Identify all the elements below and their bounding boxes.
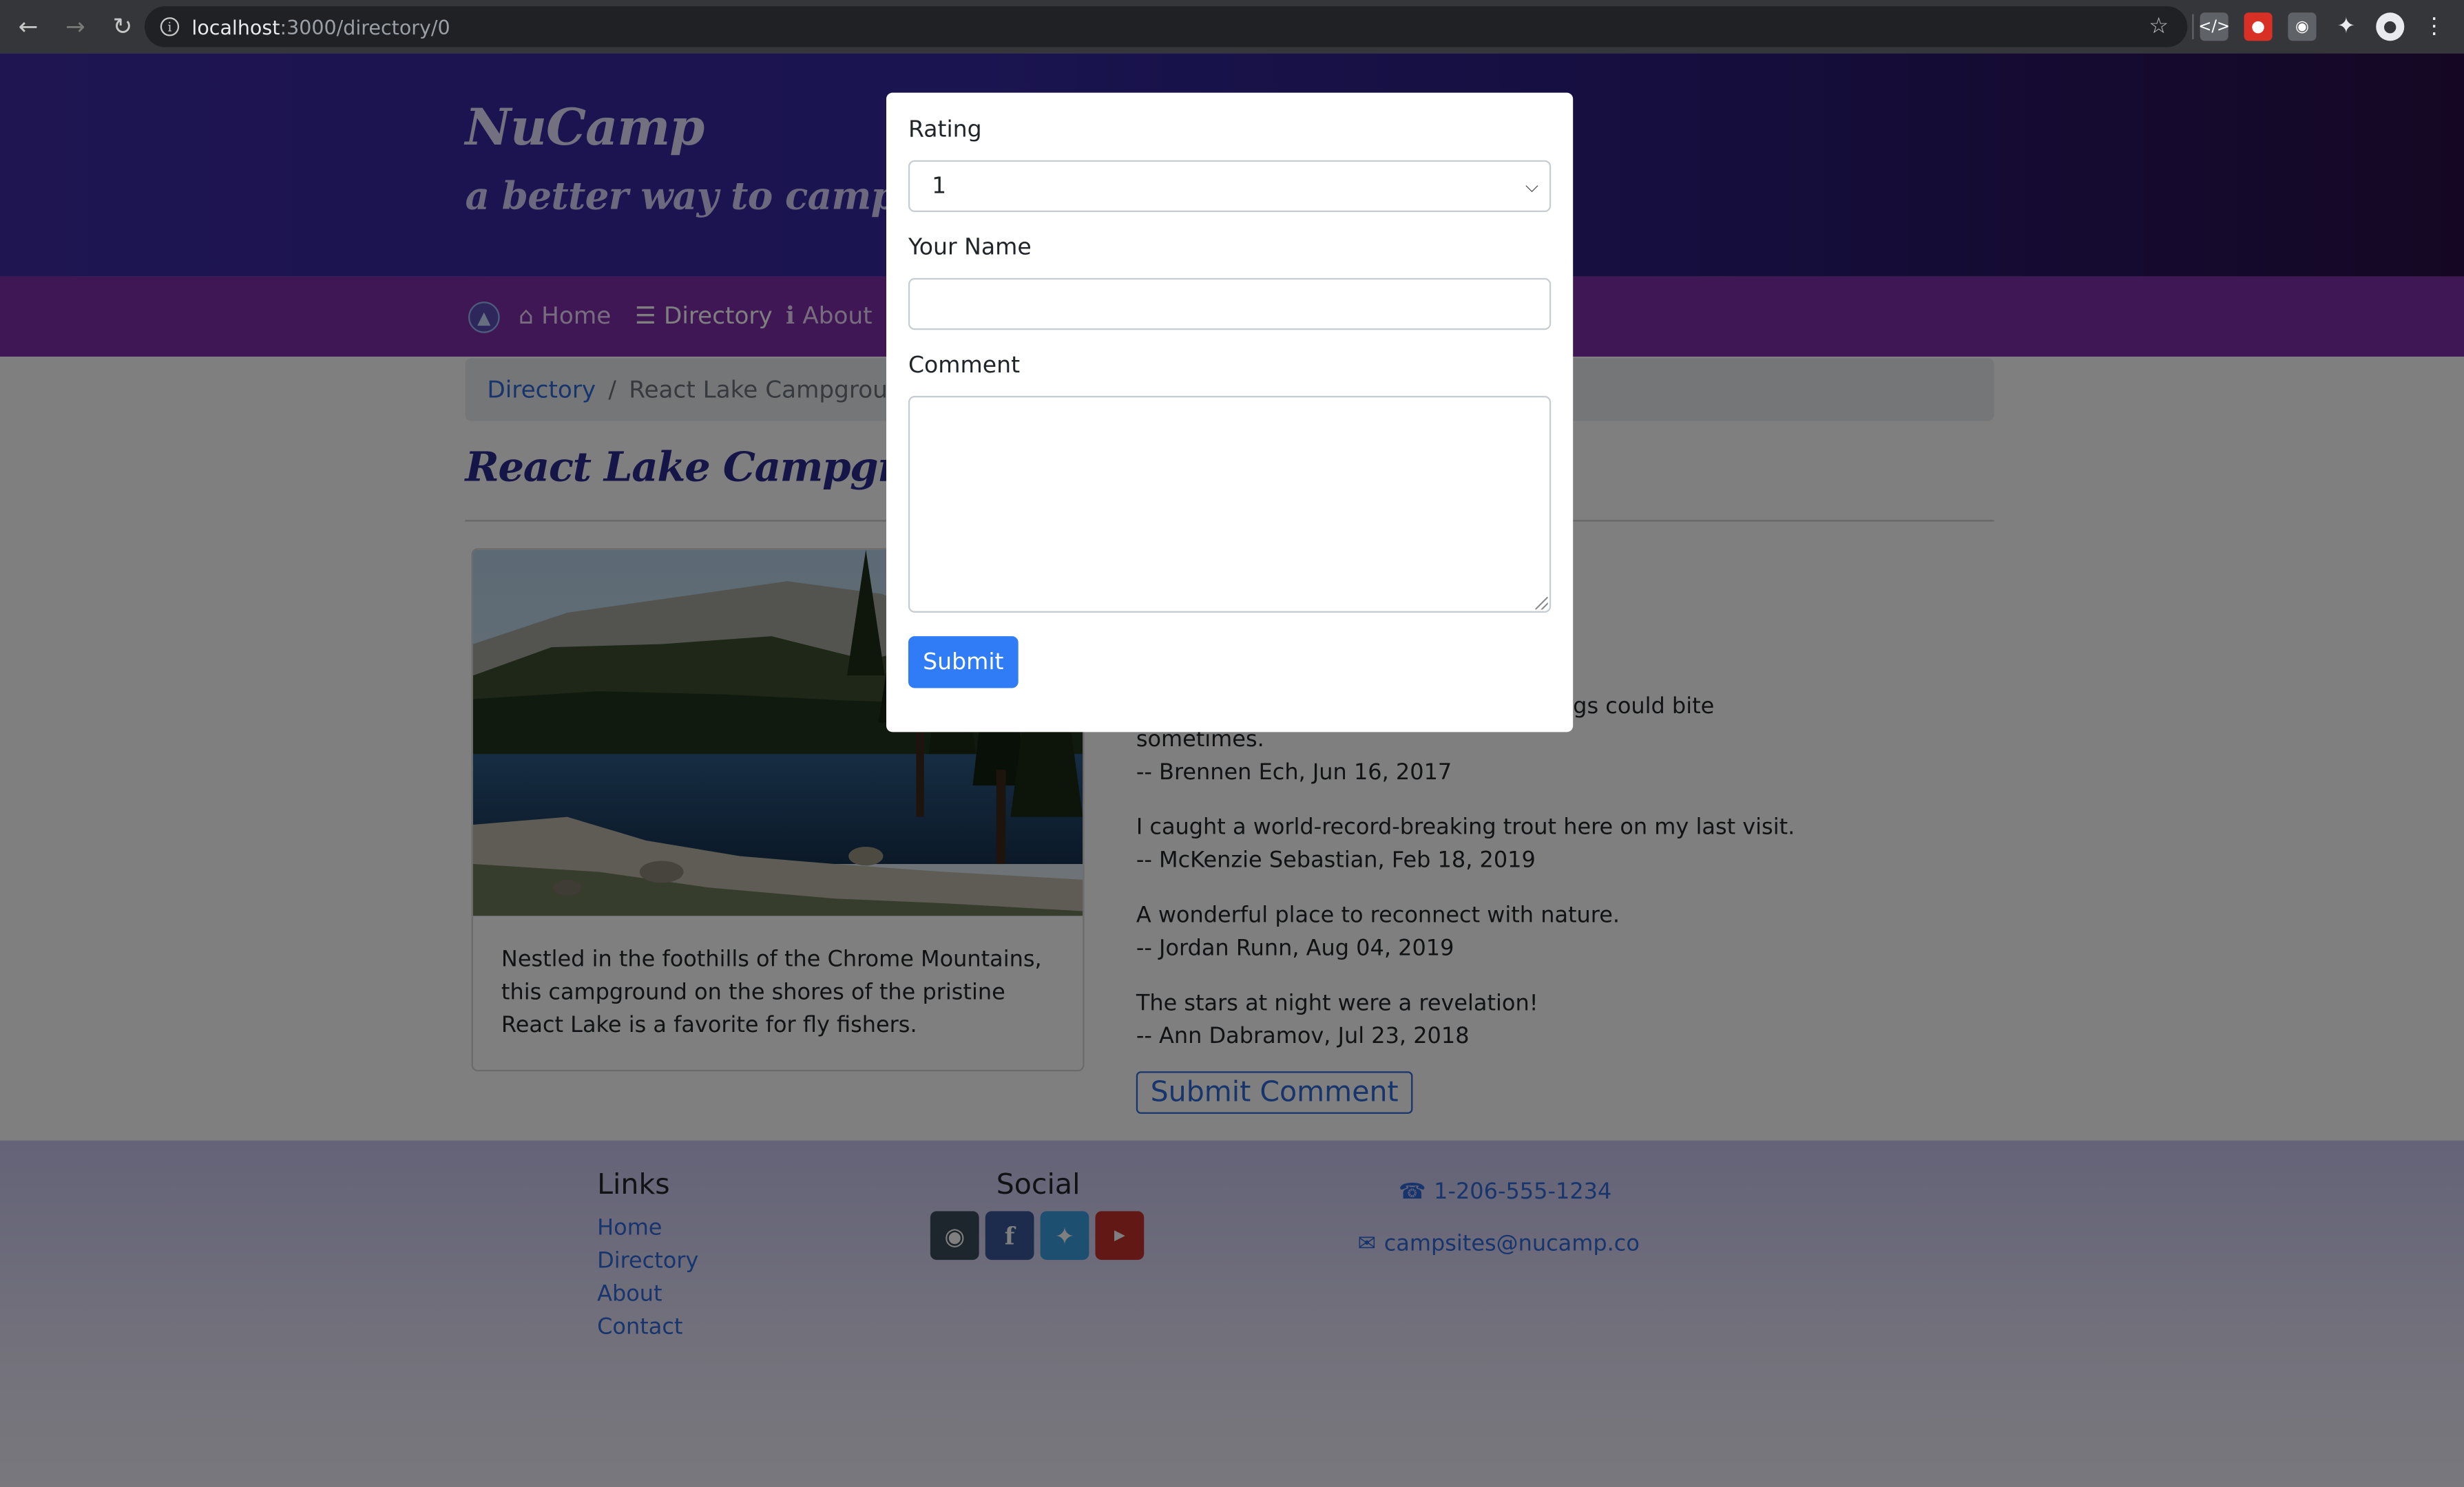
star-icon[interactable]: ☆ bbox=[2149, 14, 2169, 40]
kebab-menu-icon[interactable]: ⋮ bbox=[2420, 12, 2448, 41]
modal-submit-button[interactable]: Submit bbox=[908, 636, 1019, 688]
browser-toolbar: ← → ↻ i localhost :3000/directory/0 ☆ </… bbox=[0, 0, 2464, 54]
address-bar[interactable]: i localhost :3000/directory/0 ☆ bbox=[144, 6, 2188, 48]
info-icon[interactable]: i bbox=[160, 17, 180, 36]
comment-modal: Rating 1 ⌵ Your Name Comment Submit bbox=[886, 92, 1574, 732]
comment-label: Comment bbox=[908, 353, 1021, 379]
url-path: :3000/directory/0 bbox=[280, 14, 450, 39]
name-label: Your Name bbox=[908, 235, 1032, 261]
arrow-left-icon[interactable]: ← bbox=[6, 5, 50, 49]
toolbar-divider bbox=[2192, 14, 2194, 40]
chevron-down-icon: ⌵ bbox=[1525, 176, 1538, 197]
rating-label: Rating bbox=[908, 118, 982, 143]
url-host: localhost bbox=[191, 14, 280, 39]
camera-extension-icon[interactable]: ◉ bbox=[2288, 12, 2317, 41]
comment-textarea[interactable] bbox=[908, 396, 1552, 613]
red-extension-icon[interactable]: ● bbox=[2244, 12, 2273, 41]
rating-select[interactable]: 1 ⌵ bbox=[908, 160, 1552, 213]
arrow-right-icon[interactable]: → bbox=[54, 5, 98, 49]
name-input[interactable] bbox=[908, 277, 1552, 330]
devtools-extension-icon[interactable]: </> bbox=[2198, 12, 2230, 41]
puzzle-icon[interactable]: ✦ bbox=[2332, 12, 2360, 41]
profile-avatar-icon[interactable]: ● bbox=[2376, 12, 2405, 41]
rating-select-value: 1 bbox=[932, 173, 947, 199]
resize-grip-icon[interactable] bbox=[1535, 597, 1548, 610]
reload-icon[interactable]: ↻ bbox=[101, 5, 145, 49]
